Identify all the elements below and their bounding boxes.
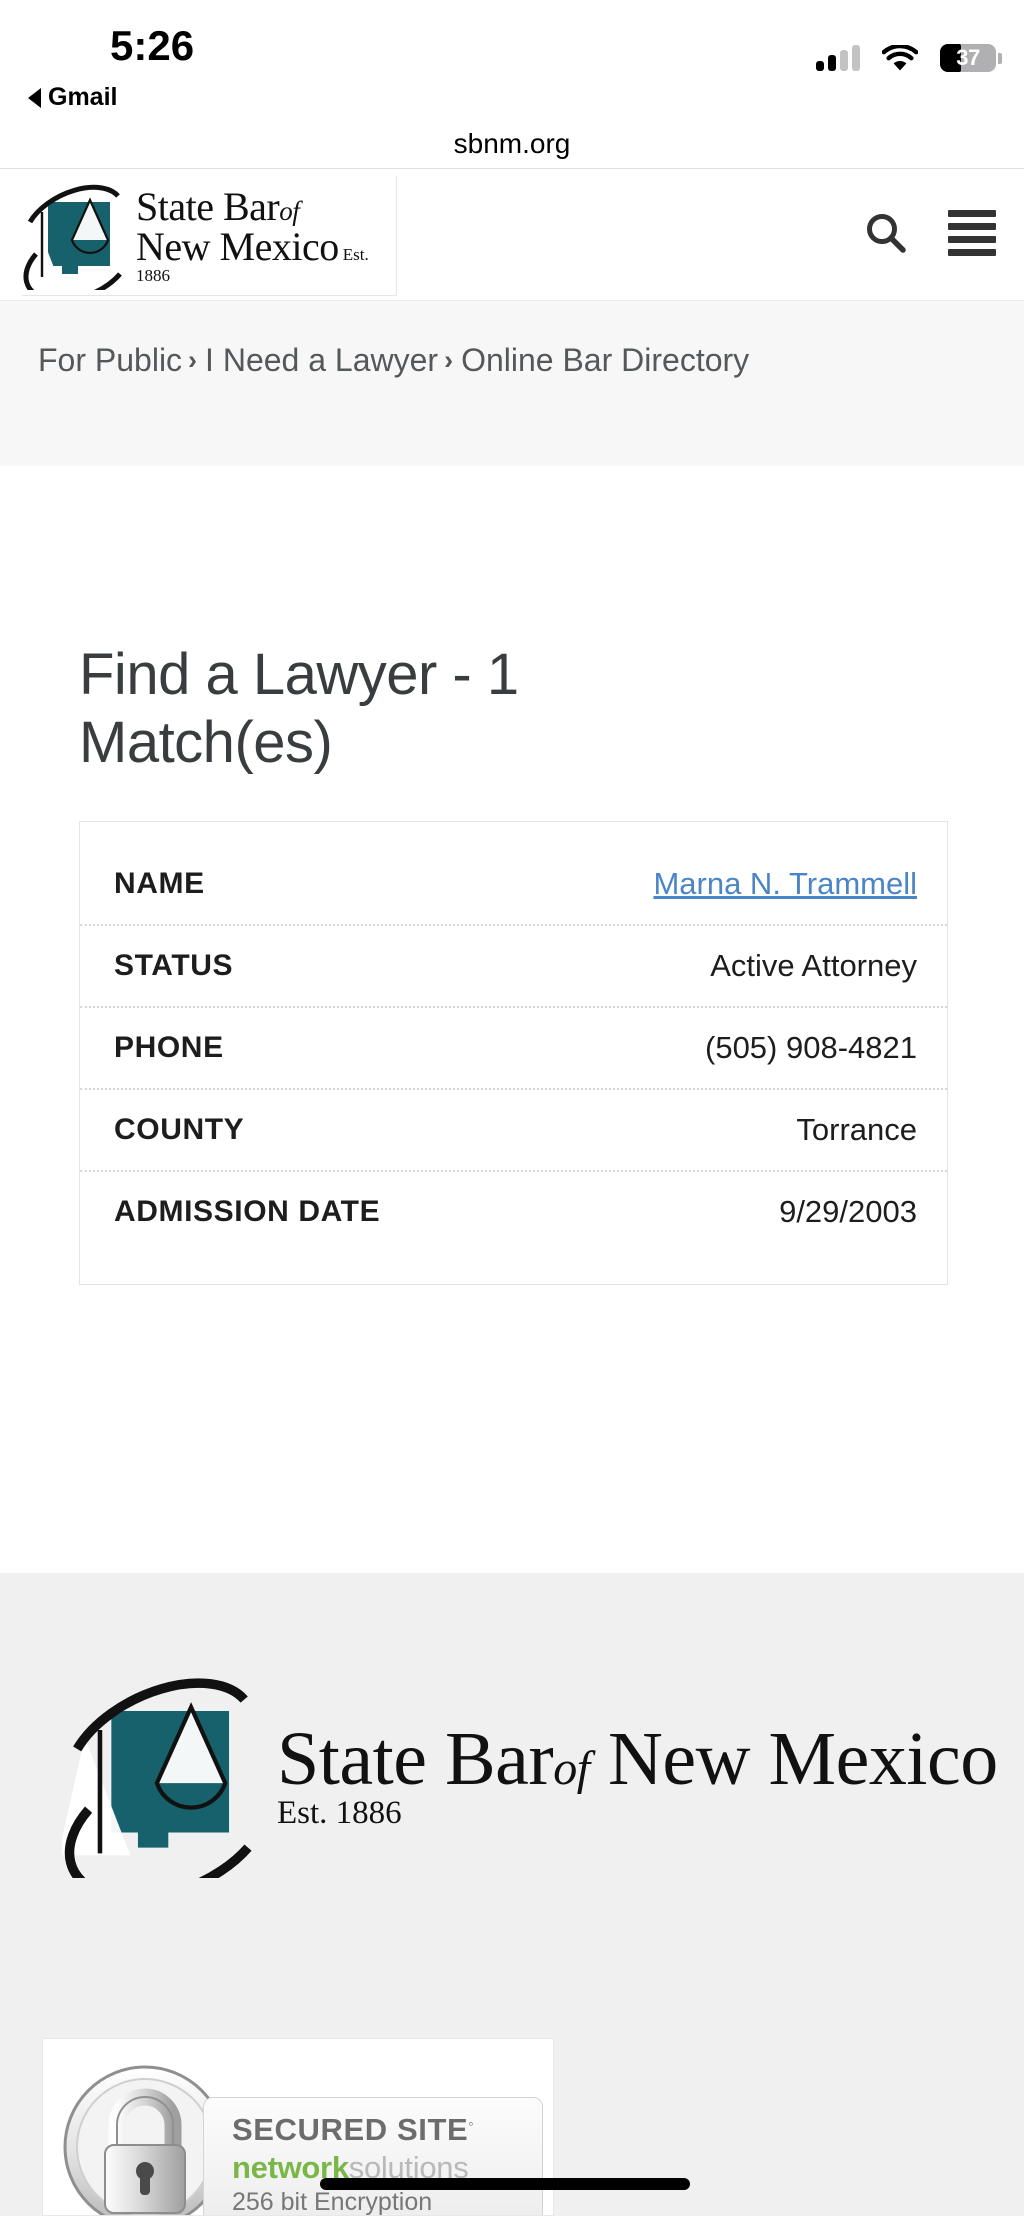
row-value-status: Active Attorney [710, 948, 917, 983]
page-root: 5:26 Gmail 37 sbnm.org State Barof New M… [0, 0, 1024, 2216]
back-to-app-label: Gmail [48, 83, 118, 111]
logo-of: of [279, 195, 300, 226]
status-bar-clock: 5:26 [110, 22, 195, 69]
table-row: STATUS Active Attorney [80, 926, 947, 1008]
status-bar-indicators: 37 [816, 38, 1002, 78]
footer-logo-link[interactable]: State Barof New Mexico Est. 1886 [58, 1673, 1024, 1903]
table-row: PHONE (505) 908-4821 [80, 1008, 947, 1090]
state-bar-nm-logo-icon [58, 1673, 267, 1903]
hamburger-menu-icon[interactable] [948, 210, 996, 256]
footer-logo-line2: New Mexico [608, 1717, 998, 1801]
seal-title: SECURED SITE◦ [232, 2112, 475, 2147]
row-label-phone: PHONE [114, 1031, 224, 1064]
breadcrumb-item-for-public[interactable]: For Public [38, 342, 182, 378]
row-label-admission-date: ADMISSION DATE [114, 1195, 381, 1228]
breadcrumb-band: For Public › I Need a Lawyer › Online Bar Di… [0, 301, 1024, 466]
lawyer-result-card: NAME Marna N. Trammell STATUS Active Att… [79, 821, 948, 1285]
lawyer-name-link[interactable]: Marna N. Trammell [653, 866, 917, 902]
seal-encryption-label: 256 bit Encryption [232, 2188, 433, 2216]
logo-line1: State Bar [136, 183, 280, 229]
breadcrumb: For Public › I Need a Lawyer › Online Bar Di… [38, 339, 898, 382]
site-header: State Barof New Mexico Est. 1886 [0, 170, 1024, 303]
breadcrumb-separator-icon: › [188, 345, 198, 375]
url-host-label: sbnm.org [453, 128, 571, 159]
table-row: COUNTY Torrance [80, 1090, 947, 1172]
home-indicator[interactable] [320, 2178, 690, 2190]
footer-logo-of: of [553, 1742, 590, 1795]
ios-status-bar: 5:26 Gmail 37 [0, 0, 1024, 120]
back-to-app-button[interactable]: Gmail [28, 83, 117, 112]
security-seal-plate: SECURED SITE◦ networksolutions 256 bit E… [203, 2097, 543, 2216]
row-label-status: STATUS [114, 949, 234, 982]
table-row: ADMISSION DATE 9/29/2003 [80, 1172, 947, 1252]
logo-line2: New Mexico [136, 223, 339, 269]
site-logo-wordmark: State Barof New Mexico Est. 1886 [136, 183, 396, 285]
triangle-left-icon [28, 87, 41, 108]
cellular-signal-icon [816, 45, 860, 71]
row-label-county: COUNTY [114, 1113, 245, 1146]
breadcrumb-item-online-bar-directory[interactable]: Online Bar Directory [461, 342, 749, 378]
browser-url-bar[interactable]: sbnm.org [0, 120, 1024, 169]
row-value-admission-date: 9/29/2003 [779, 1194, 917, 1229]
footer-logo-established: Est. 1886 [277, 1795, 402, 1831]
row-label-name: NAME [114, 867, 205, 900]
page-title: Find a Lawyer - 1 Match(es) [79, 642, 519, 776]
breadcrumb-item-i-need-a-lawyer[interactable]: I Need a Lawyer [205, 342, 438, 378]
site-logo-link[interactable]: State Barof New Mexico Est. 1886 [20, 176, 397, 303]
search-icon[interactable] [864, 211, 908, 255]
table-row: NAME Marna N. Trammell [80, 844, 947, 926]
state-bar-nm-logo-icon [20, 182, 130, 303]
breadcrumb-separator-icon: › [444, 345, 454, 375]
battery-icon: 37 [940, 44, 1002, 72]
battery-percent-label: 37 [956, 45, 980, 70]
wifi-icon [881, 43, 919, 72]
footer-logo-wordmark: State Barof New Mexico Est. 1886 [277, 1721, 1024, 1830]
header-actions [864, 210, 996, 256]
main-content: Find a Lawyer - 1 Match(es) NAME Marna N… [0, 466, 1024, 1573]
footer-logo-line1: State Bar [277, 1717, 554, 1801]
row-value-county: Torrance [796, 1112, 917, 1147]
row-value-phone: (505) 908-4821 [705, 1030, 917, 1065]
